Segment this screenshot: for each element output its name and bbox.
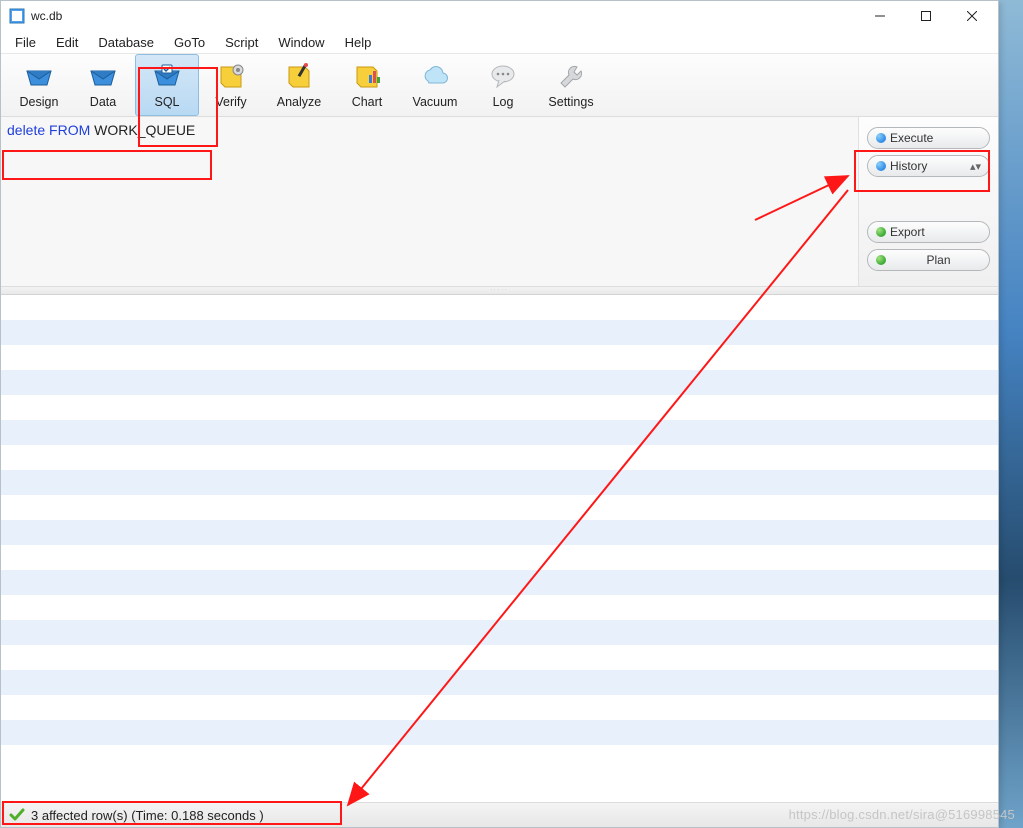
check-icon xyxy=(9,807,25,823)
data-icon xyxy=(87,61,119,93)
chevron-updown-icon: ▴▾ xyxy=(970,160,981,173)
sql-identifier: WORK_QUEUE xyxy=(90,122,195,138)
splitter[interactable]: ····· xyxy=(1,287,998,295)
toolbar-sql[interactable]: SQL xyxy=(135,54,199,116)
maximize-button[interactable] xyxy=(904,2,948,30)
desktop-bg-strip xyxy=(999,0,1023,828)
settings-label: Settings xyxy=(548,95,593,109)
export-button[interactable]: Export xyxy=(867,221,990,243)
log-label: Log xyxy=(493,95,514,109)
toolbar-chart[interactable]: Chart xyxy=(335,54,399,116)
toolbar-data[interactable]: Data xyxy=(71,54,135,116)
export-label: Export xyxy=(888,225,989,239)
design-label: Design xyxy=(20,95,59,109)
side-panel: Execute History ▴▾ Export Plan xyxy=(858,117,998,286)
wrench-icon xyxy=(555,61,587,93)
cloud-icon xyxy=(419,61,451,93)
sql-icon xyxy=(151,61,183,93)
menu-window[interactable]: Window xyxy=(270,33,332,52)
data-label: Data xyxy=(90,95,116,109)
sql-editor[interactable]: delete FROM WORK_QUEUE xyxy=(1,117,858,286)
execute-label: Execute xyxy=(888,131,989,145)
toolbar-log[interactable]: Log xyxy=(471,54,535,116)
menu-help[interactable]: Help xyxy=(337,33,380,52)
verify-icon xyxy=(215,61,247,93)
sql-keyword: delete FROM xyxy=(7,122,90,138)
dot-icon xyxy=(876,133,886,143)
sql-label: SQL xyxy=(154,95,179,109)
window-title: wc.db xyxy=(31,9,858,23)
analyze-icon xyxy=(283,61,315,93)
verify-label: Verify xyxy=(215,95,246,109)
dot-icon xyxy=(876,161,886,171)
chart-icon xyxy=(351,61,383,93)
app-window: wc.db File Edit Database GoTo Script Win… xyxy=(0,0,999,828)
titlebar: wc.db xyxy=(1,1,998,31)
toolbar-settings[interactable]: Settings xyxy=(535,54,607,116)
window-controls xyxy=(858,2,994,30)
sql-row: delete FROM WORK_QUEUE Execute History ▴… xyxy=(1,117,998,287)
design-icon xyxy=(23,61,55,93)
plan-button[interactable]: Plan xyxy=(867,249,990,271)
watermark: https://blog.csdn.net/sira@516998545 xyxy=(789,807,1015,822)
toolbar-vacuum[interactable]: Vacuum xyxy=(399,54,471,116)
dot-icon xyxy=(876,227,886,237)
result-grid[interactable] xyxy=(1,295,998,802)
execute-button[interactable]: Execute xyxy=(867,127,990,149)
history-button[interactable]: History ▴▾ xyxy=(867,155,990,177)
toolbar-verify[interactable]: Verify xyxy=(199,54,263,116)
work-area: delete FROM WORK_QUEUE Execute History ▴… xyxy=(1,117,998,827)
toolbar-analyze[interactable]: Analyze xyxy=(263,54,335,116)
vacuum-label: Vacuum xyxy=(413,95,458,109)
toolbar: Design Data SQL Verify Analyze xyxy=(1,53,998,117)
close-button[interactable] xyxy=(950,2,994,30)
menu-file[interactable]: File xyxy=(7,33,44,52)
menu-database[interactable]: Database xyxy=(90,33,162,52)
speech-icon xyxy=(487,61,519,93)
menubar: File Edit Database GoTo Script Window He… xyxy=(1,31,998,53)
minimize-button[interactable] xyxy=(858,2,902,30)
analyze-label: Analyze xyxy=(277,95,321,109)
menu-goto[interactable]: GoTo xyxy=(166,33,213,52)
menu-edit[interactable]: Edit xyxy=(48,33,86,52)
status-text: 3 affected row(s) (Time: 0.188 seconds ) xyxy=(31,808,264,823)
dot-icon xyxy=(876,255,886,265)
chart-label: Chart xyxy=(352,95,383,109)
toolbar-design[interactable]: Design xyxy=(7,54,71,116)
menu-script[interactable]: Script xyxy=(217,33,266,52)
app-icon xyxy=(9,8,25,24)
plan-label: Plan xyxy=(888,253,989,267)
